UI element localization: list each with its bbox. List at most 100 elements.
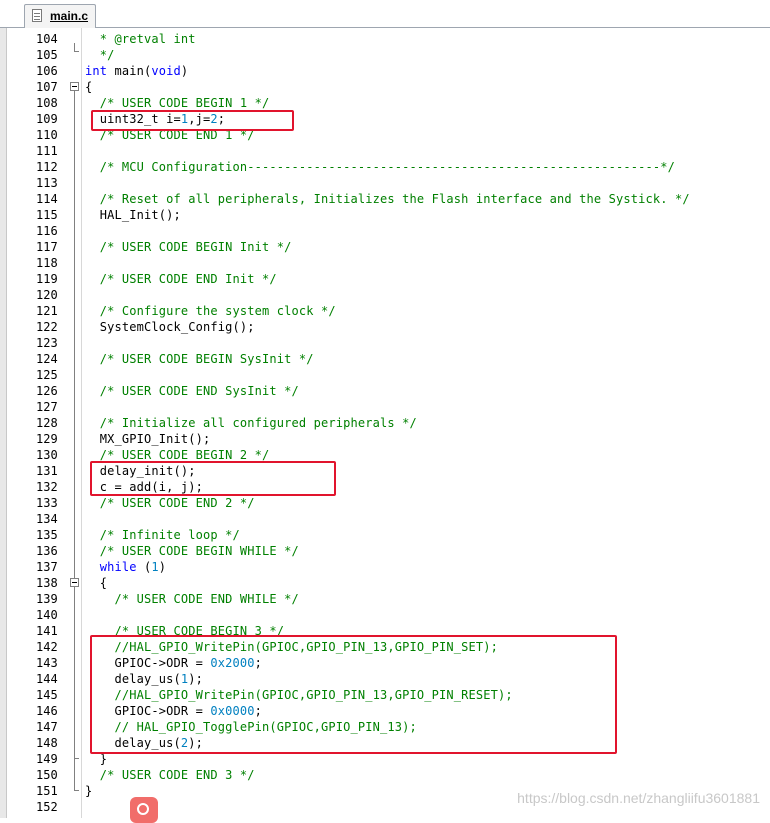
- code-line[interactable]: 122 SystemClock_Config();: [0, 319, 770, 335]
- line-number: 134: [36, 512, 58, 526]
- code-line[interactable]: 115 HAL_Init();: [0, 207, 770, 223]
- code-line[interactable]: 133 /* USER CODE END 2 */: [0, 495, 770, 511]
- code-line[interactable]: 135 /* Infinite loop */: [0, 527, 770, 543]
- code-line[interactable]: 107 {: [0, 79, 770, 95]
- code-line[interactable]: 134: [0, 511, 770, 527]
- line-number: 152: [36, 800, 58, 814]
- code-line[interactable]: 124 /* USER CODE BEGIN SysInit */: [0, 351, 770, 367]
- line-number: 112: [36, 160, 58, 174]
- line-number: 146: [36, 704, 58, 718]
- code-line[interactable]: 113: [0, 175, 770, 191]
- code-text[interactable]: /* USER CODE END SysInit */: [85, 383, 299, 399]
- line-number: 120: [36, 288, 58, 302]
- line-number: 128: [36, 416, 58, 430]
- line-number: 142: [36, 640, 58, 654]
- code-text[interactable]: /* USER CODE BEGIN SysInit */: [85, 351, 314, 367]
- line-number: 118: [36, 256, 58, 270]
- watermark: https://blog.csdn.net/zhangliifu3601881: [517, 790, 760, 806]
- code-text[interactable]: /* USER CODE BEGIN 1 */: [85, 95, 269, 111]
- line-number: 124: [36, 352, 58, 366]
- code-text[interactable]: }: [85, 783, 92, 799]
- csdn-logo-icon: [130, 797, 158, 823]
- line-number: 132: [36, 480, 58, 494]
- code-line[interactable]: 105 */: [0, 47, 770, 63]
- code-text[interactable]: /* USER CODE END Init */: [85, 271, 277, 287]
- code-line[interactable]: 126 /* USER CODE END SysInit */: [0, 383, 770, 399]
- line-number: 136: [36, 544, 58, 558]
- highlight-box-variables: [91, 110, 294, 131]
- code-text[interactable]: {: [85, 79, 92, 95]
- code-line[interactable]: 117 /* USER CODE BEGIN Init */: [0, 239, 770, 255]
- line-number: 130: [36, 448, 58, 462]
- line-number: 104: [36, 32, 58, 46]
- line-number: 121: [36, 304, 58, 318]
- code-line[interactable]: 118: [0, 255, 770, 271]
- line-number: 114: [36, 192, 58, 206]
- line-number: 127: [36, 400, 58, 414]
- code-line[interactable]: 136 /* USER CODE BEGIN WHILE */: [0, 543, 770, 559]
- line-number: 149: [36, 752, 58, 766]
- fold-toggle-icon[interactable]: [70, 82, 79, 91]
- code-line[interactable]: 106 int main(void): [0, 63, 770, 79]
- code-text[interactable]: HAL_Init();: [85, 207, 181, 223]
- code-text[interactable]: /* MCU Configuration--------------------…: [85, 159, 675, 175]
- code-line[interactable]: 150 /* USER CODE END 3 */: [0, 767, 770, 783]
- code-text[interactable]: * @retval int: [85, 31, 196, 47]
- code-line[interactable]: 127: [0, 399, 770, 415]
- line-number: 116: [36, 224, 58, 238]
- code-line[interactable]: 121 /* Configure the system clock */: [0, 303, 770, 319]
- tab-bar: main.c: [0, 0, 770, 28]
- code-line[interactable]: 119 /* USER CODE END Init */: [0, 271, 770, 287]
- line-number: 143: [36, 656, 58, 670]
- code-text[interactable]: MX_GPIO_Init();: [85, 431, 210, 447]
- code-line[interactable]: 125: [0, 367, 770, 383]
- line-number: 140: [36, 608, 58, 622]
- fold-end-main-body: [74, 790, 79, 791]
- code-line[interactable]: 116: [0, 223, 770, 239]
- tab-label: main.c: [50, 9, 89, 23]
- code-line[interactable]: 140: [0, 607, 770, 623]
- fold-toggle-icon[interactable]: [70, 578, 79, 587]
- code-line[interactable]: 120: [0, 287, 770, 303]
- line-number: 122: [36, 320, 58, 334]
- line-number: 111: [36, 144, 58, 158]
- code-text[interactable]: /* USER CODE END 3 */: [85, 767, 255, 783]
- code-text[interactable]: /* USER CODE END WHILE */: [85, 591, 299, 607]
- line-number: 110: [36, 128, 58, 142]
- line-number: 108: [36, 96, 58, 110]
- code-line[interactable]: 123: [0, 335, 770, 351]
- code-text[interactable]: /* Initialize all configured peripherals…: [85, 415, 417, 431]
- code-line[interactable]: 112 /* MCU Configuration----------------…: [0, 159, 770, 175]
- code-text[interactable]: SystemClock_Config();: [85, 319, 255, 335]
- code-line[interactable]: 114 /* Reset of all peripherals, Initial…: [0, 191, 770, 207]
- code-line[interactable]: 138 {: [0, 575, 770, 591]
- line-number: 131: [36, 464, 58, 478]
- line-number: 139: [36, 592, 58, 606]
- tab-main-c[interactable]: main.c: [24, 4, 96, 28]
- code-line[interactable]: 104 * @retval int: [0, 31, 770, 47]
- code-text[interactable]: /* Configure the system clock */: [85, 303, 336, 319]
- code-text[interactable]: /* USER CODE BEGIN WHILE */: [85, 543, 299, 559]
- code-text[interactable]: /* Infinite loop */: [85, 527, 240, 543]
- code-text[interactable]: /* Reset of all peripherals, Initializes…: [85, 191, 690, 207]
- line-number: 151: [36, 784, 58, 798]
- code-text[interactable]: int main(void): [85, 63, 188, 79]
- line-number: 138: [36, 576, 58, 590]
- line-number: 137: [36, 560, 58, 574]
- code-line[interactable]: 108 /* USER CODE BEGIN 1 */: [0, 95, 770, 111]
- line-number: 141: [36, 624, 58, 638]
- code-text[interactable]: /* USER CODE END 2 */: [85, 495, 255, 511]
- code-line[interactable]: 137 while (1): [0, 559, 770, 575]
- code-text[interactable]: while (1): [85, 559, 166, 575]
- code-text[interactable]: /* USER CODE BEGIN Init */: [85, 239, 292, 255]
- line-number: 135: [36, 528, 58, 542]
- code-text[interactable]: {: [85, 575, 107, 591]
- line-number: 125: [36, 368, 58, 382]
- code-text[interactable]: */: [85, 47, 115, 63]
- line-number: 117: [36, 240, 58, 254]
- code-line[interactable]: 128 /* Initialize all configured periphe…: [0, 415, 770, 431]
- code-line[interactable]: 111: [0, 143, 770, 159]
- code-line[interactable]: 129 MX_GPIO_Init();: [0, 431, 770, 447]
- code-line[interactable]: 139 /* USER CODE END WHILE */: [0, 591, 770, 607]
- c-file-icon: [32, 9, 42, 22]
